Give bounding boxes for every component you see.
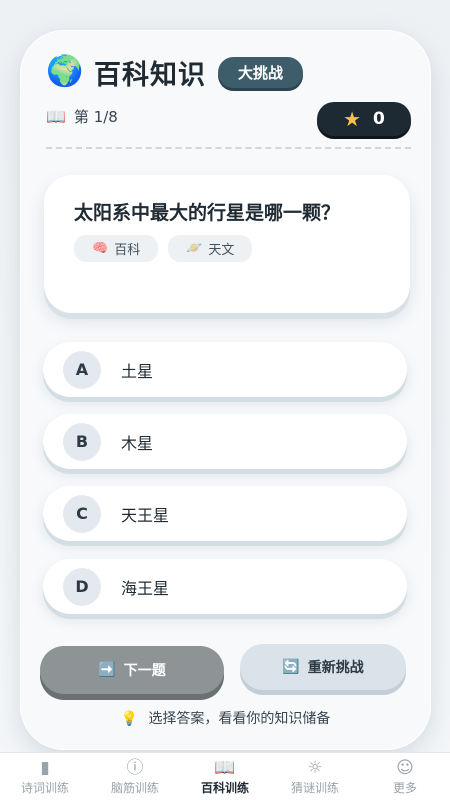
tab-label: 百科训练	[200, 780, 249, 795]
option-a[interactable]: A 土星	[43, 342, 407, 397]
hint-label: 选择答案，看看你的知识储备	[148, 711, 331, 727]
restart-icon: 🔄	[282, 659, 300, 675]
option-letter: A	[63, 350, 101, 389]
score-value: 0	[373, 109, 385, 129]
question-text: 太阳系中最大的行星是哪一颗？	[74, 202, 341, 224]
tab-more[interactable]: ☺ 更多	[360, 753, 450, 800]
option-b[interactable]: B 木星	[43, 414, 407, 469]
question-progress: 📖 第 1/8	[46, 106, 118, 127]
next-label: 下一题	[123, 663, 166, 679]
globe-icon: 🌍	[46, 54, 84, 89]
lightbulb-icon: ☼	[307, 757, 323, 778]
tag-encyclopedia: 🧠 百科	[74, 235, 159, 262]
header: 🌍 百科知识 大挑战	[46, 52, 304, 92]
option-text: 木星	[121, 433, 154, 453]
page-title: 百科知识	[94, 59, 206, 91]
option-text: 天王星	[121, 505, 170, 525]
tag-label: 天文	[208, 243, 235, 258]
tab-riddle[interactable]: ☼ 猜谜训练	[270, 753, 360, 800]
quiz-card: 🌍 百科知识 大挑战 📖 第 1/8 ★ 0 太阳系中最大的行星是哪一颗？ 🧠 …	[20, 30, 431, 750]
tab-encyclopedia[interactable]: 📖 百科训练	[180, 753, 270, 800]
option-c[interactable]: C 天王星	[43, 486, 407, 541]
next-question-button[interactable]: ➡️ 下一题	[40, 646, 224, 694]
option-letter: B	[63, 422, 101, 461]
tag-label: 百科	[114, 243, 141, 258]
book-icon: 📖	[46, 107, 66, 126]
tab-label: 猜谜训练	[290, 780, 339, 795]
restart-label: 重新挑战	[307, 660, 364, 676]
tab-label: 脑筋训练	[110, 780, 159, 795]
option-text: 土星	[121, 361, 154, 381]
restart-button[interactable]: 🔄 重新挑战	[240, 644, 406, 690]
progress-label: 第 1/8	[73, 108, 118, 126]
question-card: 太阳系中最大的行星是哪一颗？ 🧠 百科 🪐 天文	[44, 175, 410, 313]
star-icon: ★	[343, 107, 362, 131]
tab-label: 更多	[392, 780, 417, 795]
bulb-icon: 💡	[120, 711, 138, 727]
divider	[46, 147, 411, 149]
option-letter: C	[63, 494, 101, 533]
tag-astronomy: 🪐 天文	[168, 235, 253, 262]
option-letter: D	[63, 567, 101, 606]
tab-brain[interactable]: ⓘ 脑筋训练	[90, 753, 180, 800]
question-circle-icon: ⓘ	[126, 757, 144, 778]
bottom-tab-bar: ▮ 诗词训练 ⓘ 脑筋训练 📖 百科训练 ☼ 猜谜训练 ☺ 更多	[0, 752, 450, 800]
challenge-badge: 大挑战	[218, 56, 304, 88]
brain-icon: 🧠	[92, 241, 109, 256]
hint-text: 💡 选择答案，看看你的知识储备	[20, 708, 431, 728]
poem-book-icon: ▮	[40, 757, 50, 778]
arrow-right-icon: ➡️	[98, 662, 116, 678]
open-book-icon: 📖	[214, 757, 236, 778]
question-tags: 🧠 百科 🪐 天文	[74, 235, 380, 262]
planet-icon: 🪐	[186, 241, 203, 256]
user-icon: ☺	[396, 757, 414, 778]
tab-poetry[interactable]: ▮ 诗词训练	[0, 753, 90, 800]
tab-label: 诗词训练	[20, 780, 69, 795]
option-d[interactable]: D 海王星	[43, 559, 407, 614]
score-badge: ★ 0	[317, 102, 411, 136]
option-text: 海王星	[121, 578, 170, 598]
